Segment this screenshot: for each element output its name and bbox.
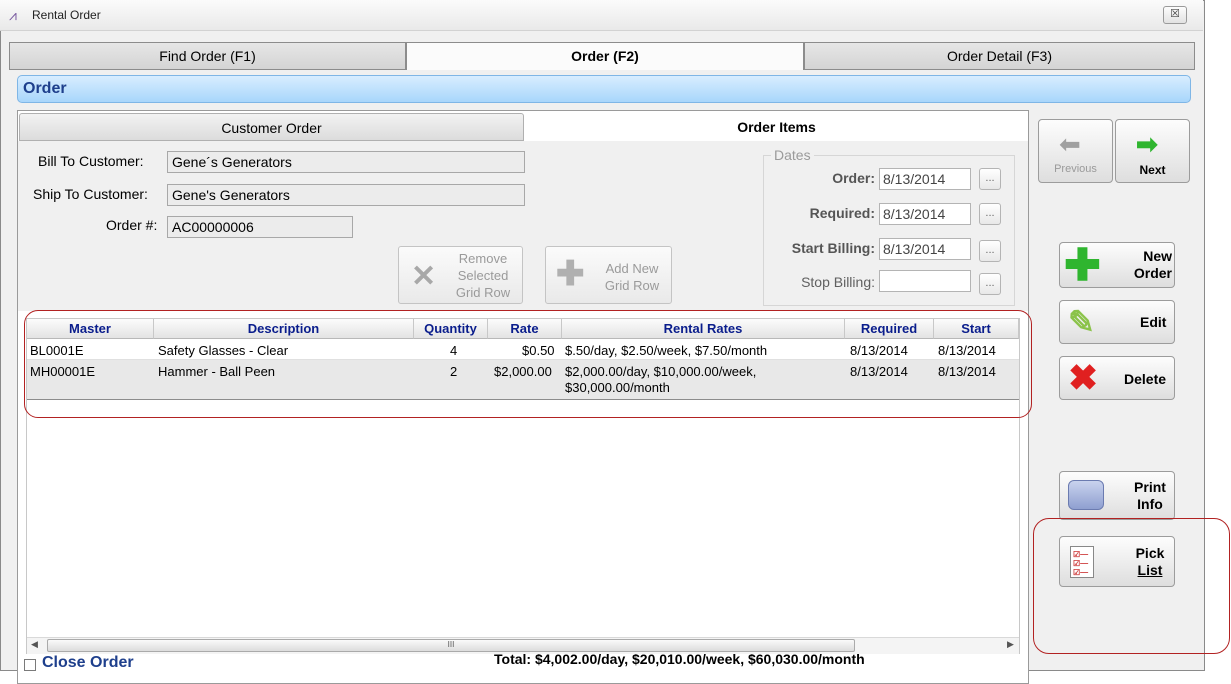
order-total: Total: $4,002.00/day, $20,010.00/week, $… [494,651,865,667]
edit-button[interactable]: ✎ Edit [1059,300,1175,344]
required-date-field[interactable]: 8/13/2014 [879,203,971,225]
start-billing-field[interactable]: 8/13/2014 [879,238,971,260]
remove-grid-row-button[interactable]: ✕ Remove Selected Grid Row [398,246,523,304]
close-order-label[interactable]: Close Order [42,654,134,672]
new-order-label-1: New [1143,248,1172,264]
left-arrow-icon: ⬅ [1059,129,1081,159]
ship-to-field[interactable]: Gene's Generators [167,184,525,206]
new-order-button[interactable]: ✚ New Order [1059,242,1175,288]
add-grid-row-button[interactable]: ✚ Add New Grid Row [545,246,672,304]
start-billing-picker-button[interactable]: ... [979,240,1001,262]
start-billing-label: Start Billing: [791,240,875,256]
order-header-title: Order [23,80,67,97]
required-date-label: Required: [809,205,875,221]
delete-button[interactable]: ✖ Delete [1059,356,1175,400]
order-date-field[interactable]: 8/13/2014 [879,168,971,190]
tab-order[interactable]: Order (F2) [406,42,804,70]
remove-label-3: Grid Row [455,285,511,300]
bill-to-field[interactable]: Gene´s Generators [167,151,525,173]
scroll-right-icon[interactable]: ▶ [1007,639,1014,650]
x-icon: ✕ [411,260,437,293]
add-label-2: Grid Row [604,278,660,293]
pencil-icon: ✎ [1068,304,1095,340]
stop-billing-picker-button[interactable]: ... [979,273,1001,295]
tab-order-items[interactable]: Order Items [526,113,1027,141]
required-date-picker-button[interactable]: ... [979,203,1001,225]
x-icon: ✖ [1068,357,1099,398]
remove-label-2: Selected [457,268,509,283]
order-date-picker-button[interactable]: ... [979,168,1001,190]
title-bar [0,0,1203,31]
tab-customer-order[interactable]: Customer Order [19,113,524,141]
close-order-checkbox[interactable] [24,659,36,671]
order-number-field[interactable]: AC00000006 [167,216,353,238]
right-arrow-icon: ➡ [1136,129,1158,159]
order-date-label: Order: [832,170,875,186]
grid-highlight-annotation [24,310,1032,418]
order-header: Order [17,75,1191,103]
window-title: Rental Order [32,8,101,22]
scroll-left-icon[interactable]: ◀ [31,639,38,650]
close-button[interactable]: ☒ [1163,6,1187,24]
edit-label: Edit [1140,314,1167,330]
dates-title: Dates [771,147,814,163]
stop-billing-field[interactable] [879,270,971,292]
tab-order-detail[interactable]: Order Detail (F3) [804,42,1195,70]
plus-icon: ✚ [556,255,585,293]
plus-icon: ✚ [1064,241,1101,290]
add-label-1: Add New [605,261,659,276]
stop-billing-label: Stop Billing: [801,274,875,290]
pick-list-highlight-annotation [1033,518,1230,654]
new-order-label-2: Order [1133,265,1172,281]
print-info-button[interactable]: Print Info [1059,471,1175,520]
bill-to-label: Bill To Customer: [38,153,144,169]
previous-button[interactable]: ⬅ Previous [1038,119,1113,183]
previous-label: Previous [1054,163,1097,175]
remove-label-1: Remove [458,251,508,266]
delete-label: Delete [1124,371,1167,387]
ship-to-label: Ship To Customer: [33,186,148,202]
print-info-label-1: Print [1134,479,1166,495]
print-info-label-2: Info [1137,496,1163,512]
next-button[interactable]: ➡ Next [1115,119,1190,183]
app-icon: ⩘ [9,7,17,23]
printer-icon [1068,480,1104,510]
order-number-label: Order #: [106,217,158,233]
tab-find-order[interactable]: Find Order (F1) [9,42,406,70]
next-label: Next [1139,163,1166,177]
